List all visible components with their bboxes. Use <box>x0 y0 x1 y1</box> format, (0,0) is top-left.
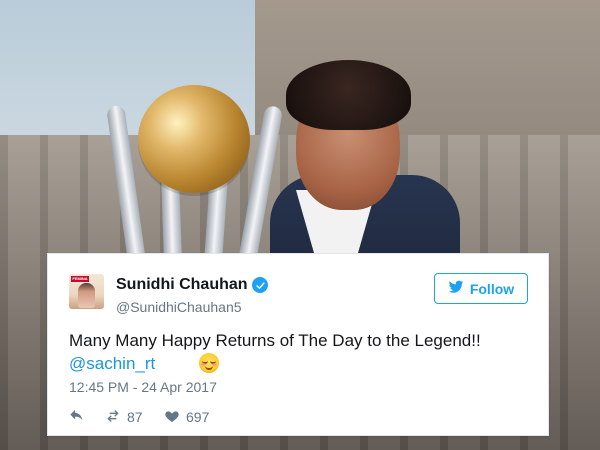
trophy-globe <box>138 85 250 193</box>
twitter-bird-icon <box>448 279 464 298</box>
heart-icon <box>164 408 180 427</box>
avatar-figure <box>78 283 95 308</box>
tweet-card: FEMINA Sunidhi Chauhan @SunidhiChauhan5 … <box>47 253 549 436</box>
mention-link[interactable]: @sachin_rt <box>69 353 155 375</box>
person-hair <box>286 60 411 130</box>
tweet-actions: 87 697 <box>69 407 289 427</box>
follow-button[interactable]: Follow <box>434 273 528 304</box>
display-name[interactable]: Sunidhi Chauhan <box>116 276 248 294</box>
emoji-mouth <box>205 364 213 370</box>
retweet-count: 87 <box>127 409 143 425</box>
reply-button[interactable] <box>69 407 85 427</box>
user-handle[interactable]: @SunidhiChauhan5 <box>116 299 242 315</box>
like-button[interactable]: 697 <box>164 407 209 427</box>
tweet-text: Many Many Happy Returns of The Day to th… <box>69 331 481 350</box>
like-count: 697 <box>186 409 210 425</box>
smiling-face-emoji <box>199 353 219 373</box>
retweet-button[interactable]: 87 <box>105 407 143 427</box>
avatar-magazine-title: FEMINA <box>71 276 89 282</box>
tweet-timestamp[interactable]: 12:45 PM - 24 Apr 2017 <box>69 379 217 395</box>
follow-button-label: Follow <box>469 280 515 297</box>
verified-icon <box>252 277 268 293</box>
reply-icon <box>69 408 85 427</box>
retweet-icon <box>105 408 121 427</box>
avatar[interactable]: FEMINA <box>69 274 104 309</box>
